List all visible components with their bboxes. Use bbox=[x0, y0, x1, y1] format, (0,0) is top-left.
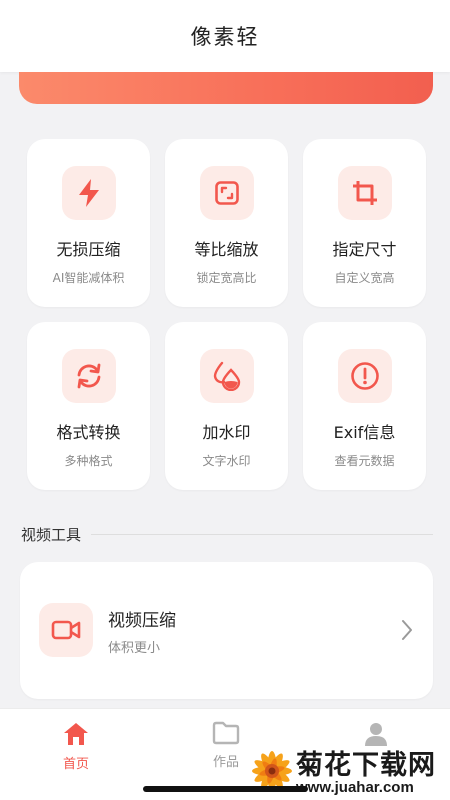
tool-sub: 锁定宽高比 bbox=[196, 271, 257, 285]
tab-label: 首页 bbox=[62, 757, 89, 772]
tool-label: 指定尺寸 bbox=[332, 240, 397, 259]
page-title: 像素轻 bbox=[190, 25, 260, 49]
tool-card-proportional-scale[interactable]: 等比缩放 锁定宽高比 bbox=[165, 139, 288, 307]
tool-label: 等比缩放 bbox=[194, 240, 259, 259]
watermark-text-en: www.juahar.com bbox=[296, 779, 414, 796]
watermark-drops-icon bbox=[199, 349, 254, 403]
info-icon bbox=[337, 349, 392, 403]
lightning-icon bbox=[61, 166, 116, 220]
tab-home[interactable]: 首页 bbox=[46, 721, 106, 772]
tool-card-format-convert[interactable]: 格式转换 多种格式 bbox=[27, 322, 150, 490]
tool-card-custom-size[interactable]: 指定尺寸 自定义宽高 bbox=[303, 139, 426, 307]
watermark-text-cn: 菊花下载网 bbox=[296, 750, 436, 781]
tool-card-add-watermark[interactable]: 加水印 文字水印 bbox=[165, 322, 288, 490]
folder-icon bbox=[212, 721, 240, 745]
tool-label: Exif信息 bbox=[333, 423, 396, 442]
tool-sub: 文字水印 bbox=[202, 454, 251, 468]
video-tools-section-header: 视频工具 bbox=[21, 524, 433, 545]
video-item-sub: 体积更小 bbox=[108, 641, 161, 656]
tool-grid: 无损压缩 AI智能减体积 等比缩放 锁定宽高比 指定尺寸 自定义宽高 格式转换 … bbox=[27, 139, 427, 490]
section-divider bbox=[91, 534, 433, 535]
promo-banner[interactable] bbox=[19, 72, 433, 104]
tool-card-exif-info[interactable]: Exif信息 查看元数据 bbox=[303, 322, 426, 490]
tool-label: 无损压缩 bbox=[56, 240, 121, 259]
home-indicator bbox=[143, 786, 308, 792]
tool-sub: 自定义宽高 bbox=[334, 271, 395, 285]
tool-card-lossless-compress[interactable]: 无损压缩 AI智能减体积 bbox=[27, 139, 150, 307]
video-compress-card[interactable]: 视频压缩 体积更小 bbox=[20, 562, 433, 699]
tool-sub: 查看元数据 bbox=[334, 454, 395, 468]
chevron-right-icon bbox=[402, 620, 412, 640]
home-icon bbox=[64, 723, 88, 745]
crop-icon bbox=[337, 166, 392, 220]
tool-label: 格式转换 bbox=[56, 423, 121, 442]
tool-sub: 多种格式 bbox=[64, 454, 113, 468]
tool-sub: AI智能减体积 bbox=[52, 271, 125, 285]
convert-icon bbox=[61, 349, 116, 403]
tool-label: 加水印 bbox=[202, 423, 251, 442]
scale-icon bbox=[199, 166, 254, 220]
video-item-title: 视频压缩 bbox=[108, 611, 176, 631]
section-title: 视频工具 bbox=[21, 526, 82, 544]
tab-label: 作品 bbox=[212, 755, 239, 770]
video-camera-icon bbox=[39, 603, 93, 657]
app-header: 像素轻 bbox=[0, 0, 450, 72]
